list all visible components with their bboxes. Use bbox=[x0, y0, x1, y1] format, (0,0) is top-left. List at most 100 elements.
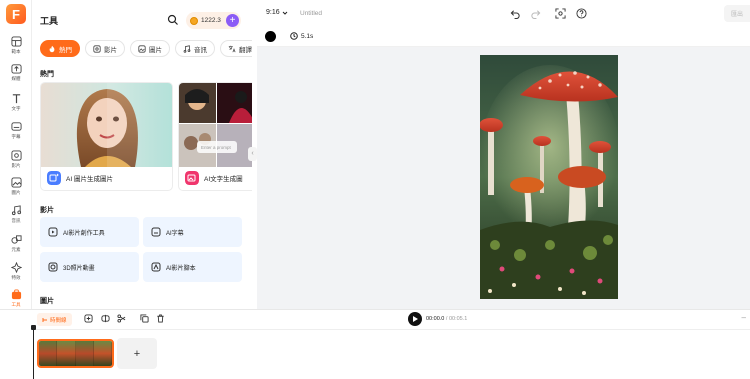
card-footer: AI文字生成圖 bbox=[179, 165, 252, 190]
card-label: AI 圖片生成圖片 bbox=[66, 175, 113, 183]
tab-image[interactable]: 圖片 bbox=[130, 40, 170, 57]
tool-label: AI字幕 bbox=[166, 230, 184, 237]
ai-video-script-button[interactable]: AI影片腳本 bbox=[143, 252, 242, 282]
ai-subtitle-button[interactable]: AI字幕 bbox=[143, 217, 242, 247]
tool-category-tabs: 熱門 影片 圖片 音訊 翻譯 bbox=[40, 40, 252, 57]
clock-icon bbox=[290, 32, 298, 40]
tab-audio[interactable]: 音訊 bbox=[175, 40, 215, 57]
rail-item-elements[interactable]: 元素 bbox=[0, 232, 32, 260]
background-color-swatch[interactable] bbox=[265, 31, 276, 42]
ai-text-to-image-card[interactable]: Enter a prompt AI文字生成圖 bbox=[178, 82, 252, 191]
rail-label: 圖片 bbox=[11, 190, 21, 195]
aspect-ratio-select[interactable]: 9:16 bbox=[266, 9, 288, 16]
collage-preview-image: Enter a prompt bbox=[179, 83, 252, 167]
undo-icon[interactable] bbox=[510, 8, 521, 19]
panel-title: 工具 bbox=[40, 16, 59, 26]
section-image-label: 圖片 bbox=[40, 298, 54, 305]
video-icon bbox=[10, 150, 22, 161]
tab-video[interactable]: 影片 bbox=[85, 40, 125, 57]
mushroom-video-preview[interactable] bbox=[480, 55, 618, 299]
project-name[interactable]: Untitled bbox=[300, 10, 322, 17]
template-icon bbox=[10, 36, 22, 47]
3d-photo-icon bbox=[48, 262, 58, 272]
playhead[interactable] bbox=[31, 325, 36, 379]
rail-label: 音訊 bbox=[11, 218, 21, 223]
app-logo[interactable]: F bbox=[6, 4, 26, 24]
search-icon[interactable] bbox=[167, 14, 179, 26]
rail-item-media[interactable]: 媒體 bbox=[0, 61, 32, 89]
rail-item-effects[interactable]: 特效 bbox=[0, 260, 32, 288]
ai-video-creator-button[interactable]: AI影片創作工具 bbox=[40, 217, 139, 247]
rail-item-images[interactable]: 圖片 bbox=[0, 175, 32, 203]
current-time: 00:00.0 bbox=[426, 316, 445, 322]
screenshot-icon[interactable] bbox=[555, 8, 566, 19]
elements-icon bbox=[10, 235, 22, 244]
ai-script-icon bbox=[151, 262, 161, 272]
add-media-icon[interactable] bbox=[84, 314, 93, 323]
aspect-ratio-value: 9:16 bbox=[266, 9, 280, 16]
upload-media-icon bbox=[10, 64, 22, 74]
clip-frame bbox=[93, 341, 112, 366]
rail-item-text[interactable]: 文字 bbox=[0, 91, 32, 119]
audio-icon bbox=[183, 44, 191, 53]
add-clip-button[interactable]: + bbox=[117, 338, 157, 369]
tab-label: 熱門 bbox=[59, 46, 72, 54]
tab-label: 圖片 bbox=[149, 46, 162, 54]
ai-subtitle-icon bbox=[151, 227, 161, 237]
tab-label: 翻譯 bbox=[239, 46, 252, 54]
rail-label: 範本 bbox=[11, 49, 21, 54]
zoom-out-button[interactable]: – bbox=[742, 313, 746, 322]
delete-icon[interactable] bbox=[156, 314, 165, 323]
rail-label: 工具 bbox=[11, 302, 21, 307]
rail-label: 媒體 bbox=[11, 76, 21, 81]
help-icon[interactable] bbox=[576, 8, 587, 19]
translate-icon bbox=[228, 45, 236, 52]
ai-image-to-image-card[interactable]: AI 圖片生成圖片 bbox=[40, 82, 173, 191]
section-hot-label: 熱門 bbox=[40, 71, 54, 78]
card-footer: AI 圖片生成圖片 bbox=[41, 165, 172, 190]
collapse-panel-button[interactable]: ‹ bbox=[248, 147, 257, 161]
flame-icon bbox=[49, 45, 55, 52]
tab-label: 音訊 bbox=[194, 46, 207, 54]
tools-icon bbox=[11, 289, 21, 300]
rail-item-video[interactable]: 影片 bbox=[0, 148, 32, 176]
play-button[interactable] bbox=[408, 312, 422, 326]
export-button[interactable]: 匯出 bbox=[724, 5, 750, 22]
rail-label: 元素 bbox=[11, 247, 21, 252]
rail-item-audio[interactable]: 音訊 bbox=[0, 203, 32, 231]
coin-icon bbox=[190, 16, 198, 25]
redo-icon[interactable] bbox=[530, 8, 541, 19]
timeline-mode-button[interactable]: 時間線 bbox=[37, 313, 72, 326]
timeline-ruler bbox=[33, 329, 750, 330]
split-icon[interactable] bbox=[101, 314, 110, 323]
audio-icon bbox=[11, 205, 21, 216]
add-credits-button[interactable]: + bbox=[226, 14, 239, 27]
scissors-icon[interactable] bbox=[117, 314, 126, 323]
timeline-mode-label: 時間線 bbox=[50, 317, 67, 324]
effects-icon bbox=[10, 262, 22, 273]
tab-translate[interactable]: 翻譯 bbox=[220, 40, 252, 57]
tool-label: AI影片創作工具 bbox=[63, 230, 105, 237]
credits-badge[interactable]: 1222.3 + bbox=[186, 12, 241, 29]
text-icon bbox=[12, 94, 20, 104]
duration-value: 5.1s bbox=[301, 32, 314, 40]
ai-video-icon bbox=[48, 227, 58, 237]
tool-label: AI影片腳本 bbox=[166, 265, 196, 272]
rail-label: 特效 bbox=[11, 275, 21, 280]
tools-panel: 工具 1222.3 + 熱門 影片 圖片 音訊 翻譯 熱門 AI 圖片生成圖片 … bbox=[33, 0, 252, 309]
tab-hot[interactable]: 熱門 bbox=[40, 40, 80, 57]
video-clip[interactable] bbox=[37, 339, 114, 368]
duration-control[interactable]: 5.1s bbox=[290, 32, 313, 40]
timeline-icon bbox=[42, 317, 47, 322]
ai-text-image-icon bbox=[185, 170, 199, 185]
timeline-panel: 時間線 00:00.0 / 00:05.1 – + bbox=[0, 309, 750, 379]
clip-frame bbox=[75, 341, 94, 366]
chevron-down-icon bbox=[282, 11, 287, 15]
duplicate-icon[interactable] bbox=[140, 314, 149, 323]
rail-item-templates[interactable]: 範本 bbox=[0, 34, 32, 62]
video-icon bbox=[93, 44, 101, 53]
rail-label: 文字 bbox=[11, 106, 21, 111]
rail-item-subtitles[interactable]: 字幕 bbox=[0, 119, 32, 147]
3d-photo-animation-button[interactable]: 3D照片動畫 bbox=[40, 252, 139, 282]
editor-topbar: 9:16 Untitled 匯出 bbox=[257, 0, 750, 27]
